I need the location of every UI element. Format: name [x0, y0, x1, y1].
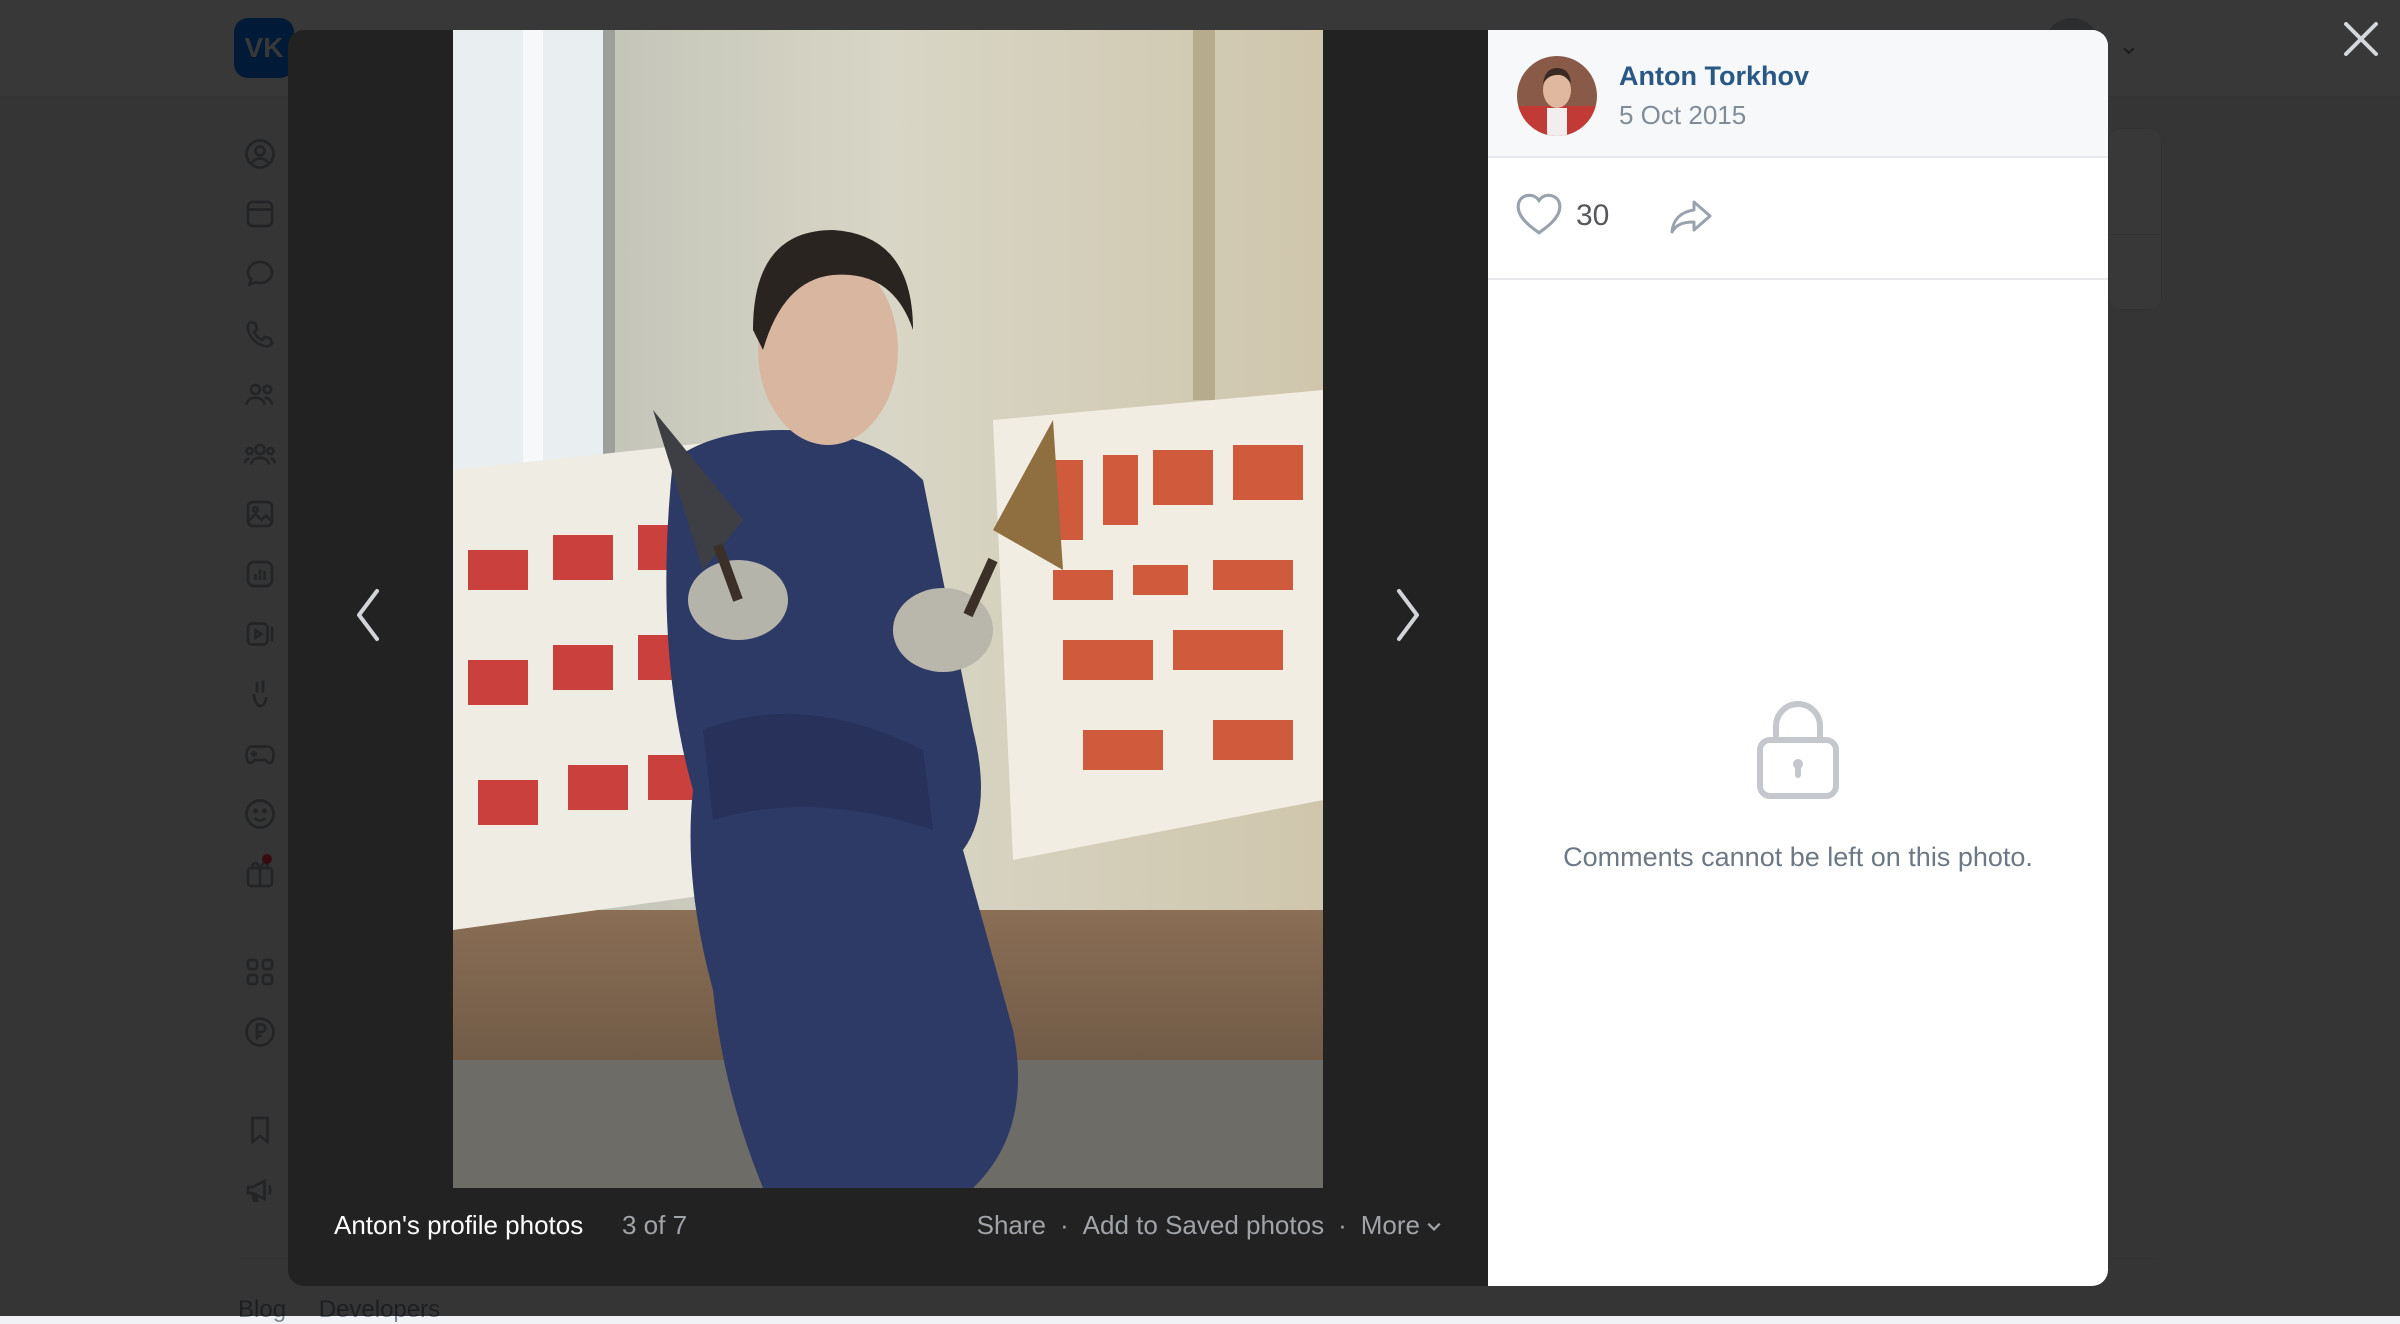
- author-name[interactable]: Anton Torkhov: [1619, 61, 1809, 92]
- heart-icon: [1514, 191, 1564, 242]
- more-label: More: [1360, 1210, 1420, 1240]
- like-button[interactable]: 30: [1514, 188, 1609, 244]
- photo[interactable]: [453, 30, 1323, 1188]
- share-link[interactable]: Share: [977, 1210, 1046, 1241]
- photo-actions: Share · Add to Saved photos · More: [977, 1210, 1442, 1241]
- reactions-bar: 30: [1488, 158, 2108, 280]
- post-date: 5 Oct 2015: [1619, 100, 1747, 130]
- next-photo-button[interactable]: [1378, 570, 1438, 660]
- chevron-down-icon: [1426, 1210, 1442, 1241]
- separator: ·: [1060, 1210, 1069, 1240]
- lock-icon: [1754, 696, 1842, 800]
- close-icon[interactable]: [2336, 14, 2386, 64]
- add-to-saved-link[interactable]: Add to Saved photos: [1083, 1210, 1324, 1241]
- photo-viewer: Anton's profile photos 3 of 7 Share · Ad…: [288, 30, 2108, 1286]
- more-menu-button[interactable]: More: [1361, 1210, 1442, 1241]
- author-header: Anton Torkhov 5 Oct 2015: [1488, 30, 2108, 158]
- like-count: 30: [1576, 199, 1610, 232]
- avatar[interactable]: [1517, 56, 1597, 136]
- photo-footer: Anton's profile photos 3 of 7 Share · Ad…: [288, 1210, 1488, 1270]
- info-panel: Anton Torkhov 5 Oct 2015 30 Comments can…: [1488, 30, 2108, 1286]
- photo-pane: Anton's profile photos 3 of 7 Share · Ad…: [288, 30, 1488, 1286]
- album-title[interactable]: Anton's profile photos: [334, 1210, 583, 1241]
- share-icon[interactable]: [1664, 188, 1720, 244]
- separator: ·: [1338, 1210, 1347, 1240]
- photo-counter: 3 of 7: [622, 1210, 688, 1240]
- previous-photo-button[interactable]: [338, 570, 398, 660]
- comments-disabled-text: Comments cannot be left on this photo.: [1563, 842, 2033, 872]
